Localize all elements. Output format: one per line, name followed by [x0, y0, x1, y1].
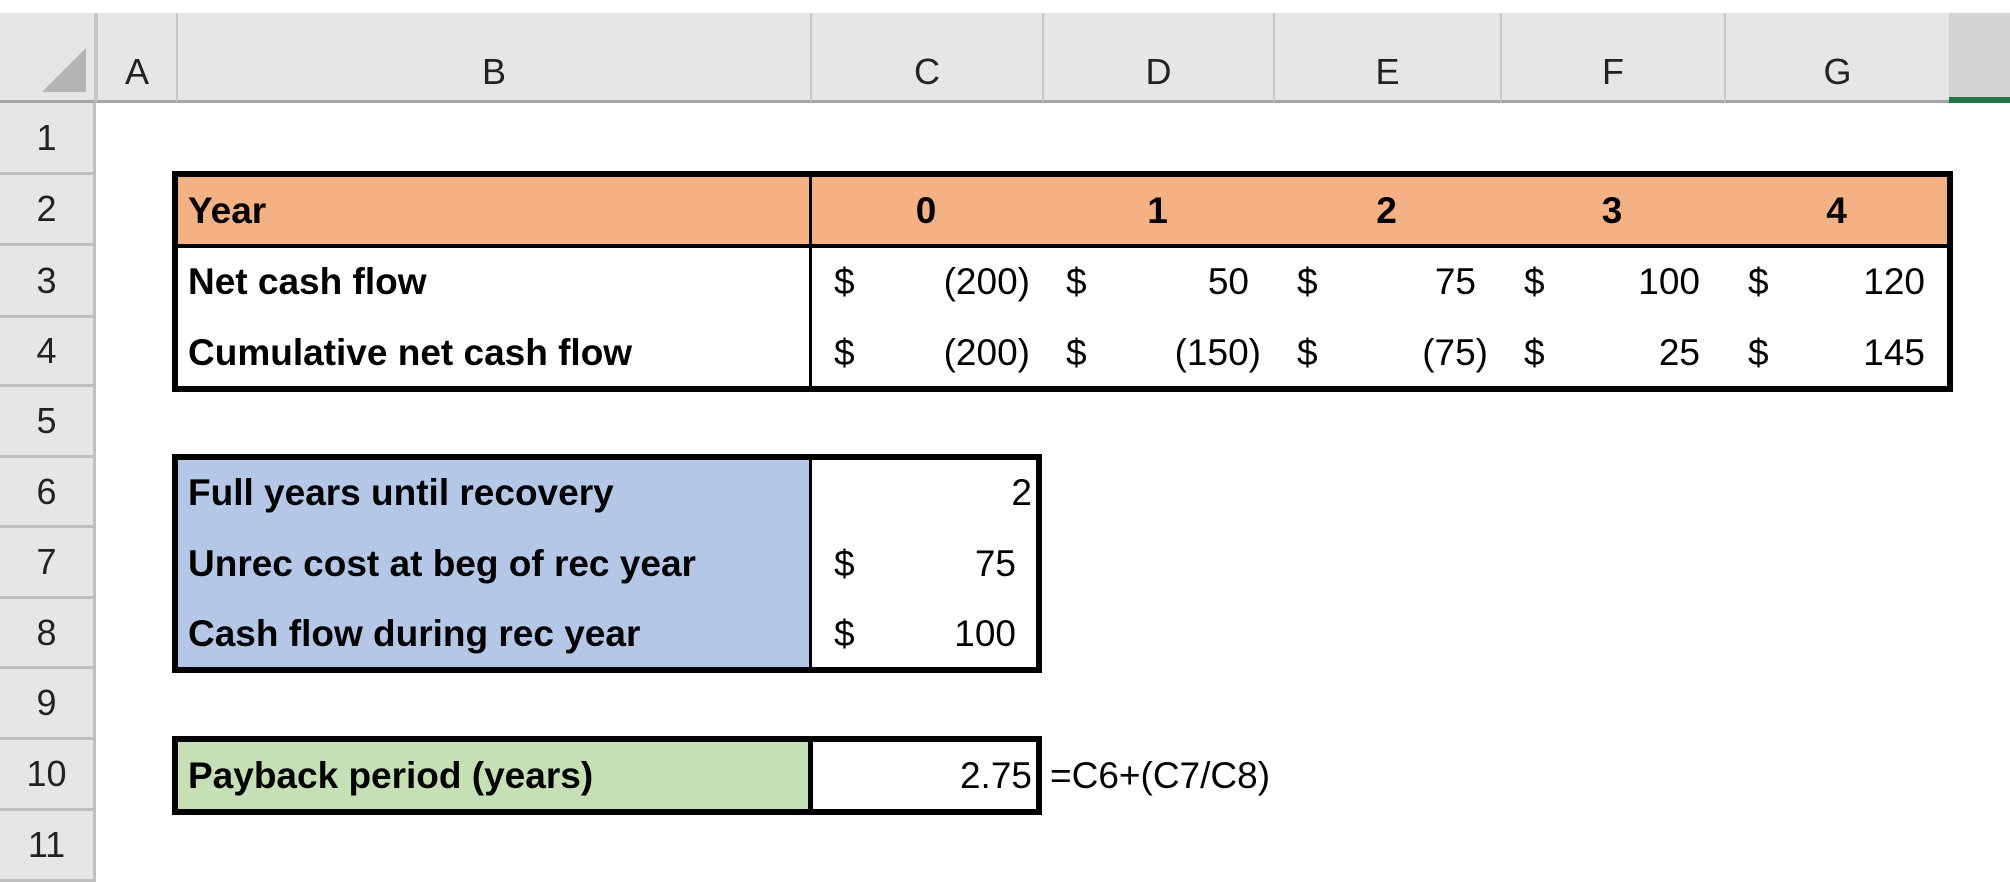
row-header-8[interactable]: 8: [0, 599, 96, 669]
column-label: C: [914, 51, 940, 92]
row-header-4[interactable]: 4: [0, 318, 96, 387]
row-label: 11: [27, 824, 66, 865]
top-band: [0, 0, 2010, 13]
column-label: F: [1602, 51, 1624, 92]
row-label: 6: [36, 470, 57, 512]
cashflow-label-divider: [809, 175, 812, 388]
row-label: 5: [36, 400, 57, 441]
row-header-7[interactable]: 7: [0, 528, 96, 599]
row-label: 4: [36, 330, 57, 371]
row-header-6[interactable]: 6: [0, 458, 96, 528]
column-label: A: [124, 51, 149, 92]
select-all-button[interactable]: [0, 13, 96, 103]
select-all-triangle-icon: [42, 48, 86, 92]
column-label: G: [1823, 51, 1852, 92]
column-label: B: [481, 51, 506, 92]
column-header-G[interactable]: G: [1724, 13, 1949, 103]
row-header-10[interactable]: 10: [0, 740, 96, 811]
column-label: D: [1145, 51, 1172, 92]
row-header-1[interactable]: 1: [0, 103, 96, 175]
row-label: 1: [36, 116, 57, 158]
payback-formula: =C6+(C7/C8): [1050, 754, 1271, 796]
cashflow-table-border: [172, 171, 1953, 392]
column-header-D[interactable]: D: [1042, 13, 1273, 103]
row-label: 2: [36, 188, 57, 229]
column-header-F[interactable]: F: [1500, 13, 1724, 103]
year-header-divider: [176, 244, 1949, 248]
payback-border: [172, 736, 1042, 815]
row-label: 3: [36, 259, 57, 301]
recovery-label-divider: [809, 458, 812, 669]
column-header-E[interactable]: E: [1273, 13, 1500, 103]
column-header-B[interactable]: B: [176, 13, 810, 103]
row-label: 8: [36, 611, 57, 653]
column-header-A[interactable]: A: [96, 13, 176, 103]
payback-divider: [808, 740, 813, 811]
row-header-9[interactable]: 9: [0, 669, 96, 740]
column-header-C[interactable]: C: [810, 13, 1042, 103]
column-header-next[interactable]: [1949, 13, 2010, 103]
row-header-11[interactable]: 11: [0, 811, 96, 882]
recovery-table-border: [172, 454, 1042, 673]
row-header-3[interactable]: 3: [0, 246, 96, 318]
row-header-2[interactable]: 2: [0, 175, 96, 246]
row-header-5[interactable]: 5: [0, 387, 96, 458]
cell-D10[interactable]: =C6+(C7/C8): [1046, 740, 1446, 811]
row-label: 9: [36, 682, 57, 723]
row-label: 7: [36, 541, 57, 582]
row-label: 10: [26, 753, 67, 794]
column-label: E: [1375, 51, 1400, 92]
